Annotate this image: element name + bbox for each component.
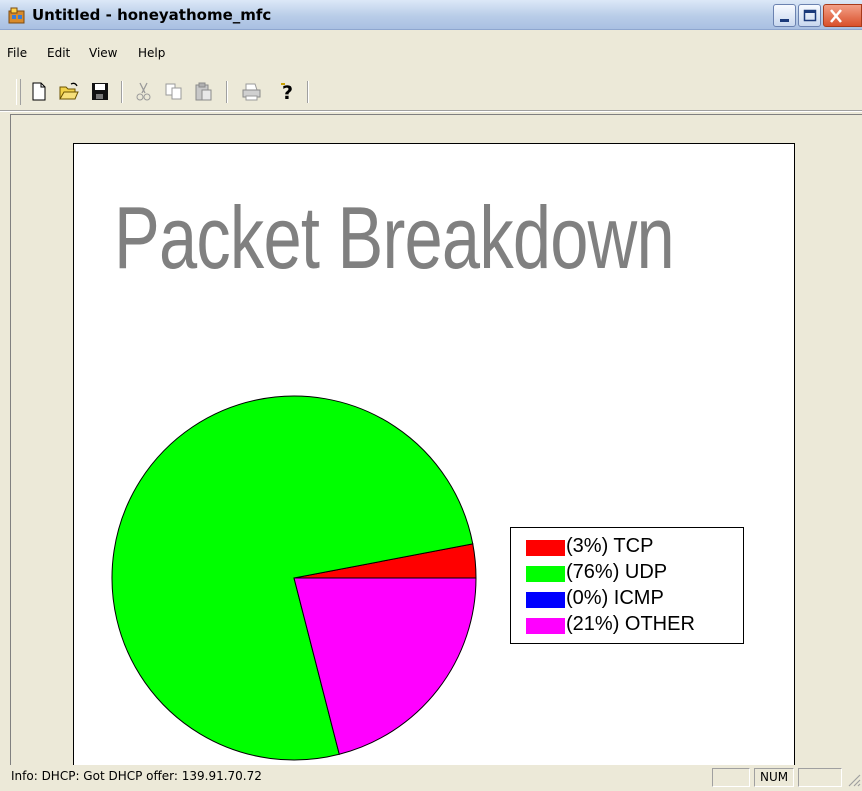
chart-page: Packet Breakdown (3%) TCP (76%) UDP (0%)… [73, 143, 795, 765]
legend-swatch-udp [526, 566, 565, 582]
print-icon [240, 80, 263, 103]
legend-label-other: (21%) OTHER [566, 613, 695, 635]
legend-item-other: (21%) OTHER [526, 612, 736, 636]
menu-view[interactable]: View [89, 46, 117, 60]
help-icon[interactable]: ? [276, 80, 299, 104]
paste-icon [192, 80, 215, 103]
resize-grip-icon[interactable] [845, 771, 861, 787]
copy-icon [162, 80, 185, 103]
legend-swatch-other [526, 618, 565, 634]
status-pane-scroll [798, 768, 842, 787]
pie-chart [111, 395, 477, 761]
menu-bar: File Edit View Help [0, 46, 862, 66]
close-button[interactable] [823, 4, 862, 27]
legend-label-tcp: (3%) TCP [566, 535, 654, 557]
toolbar: ? [0, 76, 862, 112]
legend-item-tcp: (3%) TCP [526, 534, 736, 558]
legend-label-udp: (76%) UDP [566, 561, 668, 583]
legend-item-udp: (76%) UDP [526, 560, 736, 584]
app-window: Untitled - honeyathome_mfc File Edit Vie… [0, 0, 862, 789]
open-icon[interactable] [57, 80, 80, 103]
status-bar: Info: DHCP: Got DHCP offer: 139.91.70.72… [0, 765, 862, 789]
svg-text:?: ? [282, 82, 293, 103]
menu-help[interactable]: Help [138, 46, 165, 60]
minimize-button[interactable] [773, 4, 796, 27]
legend-label-icmp: (0%) ICMP [566, 587, 664, 609]
status-text: Info: DHCP: Got DHCP offer: 139.91.70.72 [11, 769, 262, 783]
toolbar-separator [226, 81, 228, 103]
toolbar-separator [307, 81, 309, 103]
legend-swatch-icmp [526, 592, 565, 608]
legend-swatch-tcp [526, 540, 565, 556]
new-icon[interactable] [27, 80, 50, 103]
maximize-button[interactable] [798, 4, 821, 27]
chart-legend: (3%) TCP (76%) UDP (0%) ICMP (21%) OTHER [510, 527, 744, 644]
document-view[interactable]: Packet Breakdown (3%) TCP (76%) UDP (0%)… [10, 114, 862, 765]
title-bar[interactable]: Untitled - honeyathome_mfc [0, 0, 862, 30]
legend-item-icmp: (0%) ICMP [526, 586, 736, 610]
cut-icon [132, 80, 155, 103]
menu-edit[interactable]: Edit [47, 46, 70, 60]
app-icon [8, 7, 25, 24]
status-pane-num: NUM [754, 768, 794, 787]
toolbar-grip[interactable] [16, 79, 21, 105]
toolbar-separator [121, 81, 123, 103]
window-title: Untitled - honeyathome_mfc [32, 6, 272, 24]
status-pane-caps [712, 768, 750, 787]
save-icon[interactable] [88, 80, 111, 103]
menu-file[interactable]: File [7, 46, 27, 60]
